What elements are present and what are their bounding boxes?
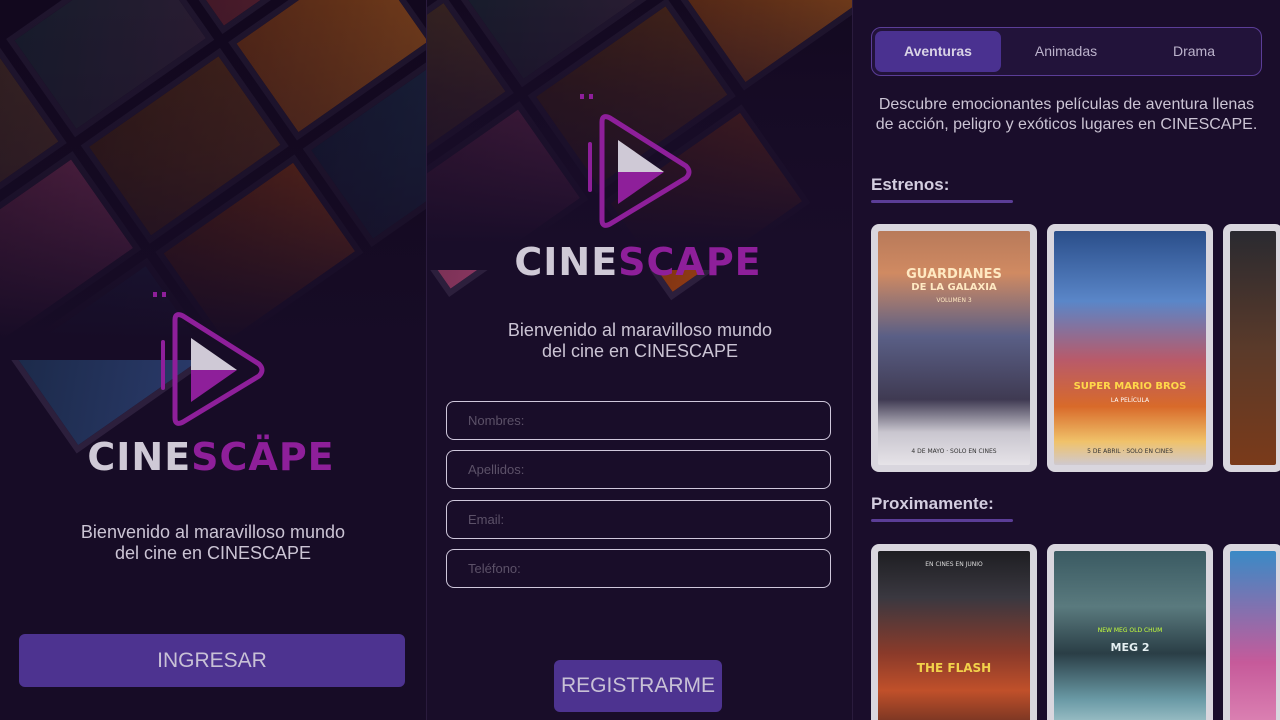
movie-card[interactable]: NEW MEG OLD CHUM MEG 2 — [1047, 544, 1213, 720]
login-button[interactable]: INGRESAR — [19, 634, 405, 687]
tab-aventuras[interactable]: Aventuras — [875, 31, 1001, 72]
app-screens: CINESCÄPE Bienvenido al maravilloso mund… — [0, 0, 1280, 720]
play-logo-icon — [153, 292, 265, 426]
phone-field[interactable]: Teléfono: — [446, 549, 831, 588]
register-button[interactable]: REGISTRARME — [554, 660, 722, 712]
movie-poster — [1230, 551, 1276, 720]
cinescape-logo: CINESCÄPE — [81, 290, 341, 490]
register-screen: CINESCAPE Bienvenido al maravilloso mund… — [427, 0, 852, 720]
movie-poster: EN CINES EN JUNIO THE FLASH — [878, 551, 1030, 720]
movie-card[interactable]: GUARDIANES DE LA GALAXIA VOLUMEN 3 4 DE … — [871, 224, 1037, 472]
genre-description: Descubre emocionantes películas de avent… — [875, 96, 1258, 133]
play-logo-icon — [580, 94, 692, 228]
welcome-text: Bienvenido al maravilloso mundo del cine… — [507, 320, 773, 361]
tab-drama[interactable]: Drama — [1131, 31, 1257, 72]
first-name-field[interactable]: Nombres: — [446, 401, 831, 440]
brand-wordmark: CINESCÄPE — [87, 435, 335, 479]
movie-poster: NEW MEG OLD CHUM MEG 2 — [1054, 551, 1206, 720]
last-name-field[interactable]: Apellidos: — [446, 450, 831, 489]
welcome-text: Bienvenido al maravilloso mundo del cine… — [80, 522, 346, 563]
movie-poster: SUPER MARIO BROS LA PELÍCULA 5 DE ABRIL … — [1054, 231, 1206, 465]
tab-animadas[interactable]: Animadas — [1003, 31, 1129, 72]
welcome-screen: CINESCÄPE Bienvenido al maravilloso mund… — [0, 0, 426, 720]
premieres-title: Estrenos: — [871, 175, 950, 194]
genre-tabs: Aventuras Animadas Drama — [871, 27, 1262, 76]
brand-wordmark: CINESCAPE — [514, 240, 762, 284]
email-field[interactable]: Email: — [446, 500, 831, 539]
catalog-screen: Aventuras Animadas Drama Descubre emocio… — [853, 0, 1280, 720]
movie-card-partial[interactable] — [1223, 544, 1280, 720]
movie-poster: GUARDIANES DE LA GALAXIA VOLUMEN 3 4 DE … — [878, 231, 1030, 465]
movie-card-partial[interactable] — [1223, 224, 1280, 472]
movie-card[interactable]: EN CINES EN JUNIO THE FLASH — [871, 544, 1037, 720]
cinescape-logo: CINESCAPE — [508, 92, 768, 292]
upcoming-title: Proximamente: — [871, 494, 994, 513]
movie-poster — [1230, 231, 1276, 465]
movie-card[interactable]: SUPER MARIO BROS LA PELÍCULA 5 DE ABRIL … — [1047, 224, 1213, 472]
